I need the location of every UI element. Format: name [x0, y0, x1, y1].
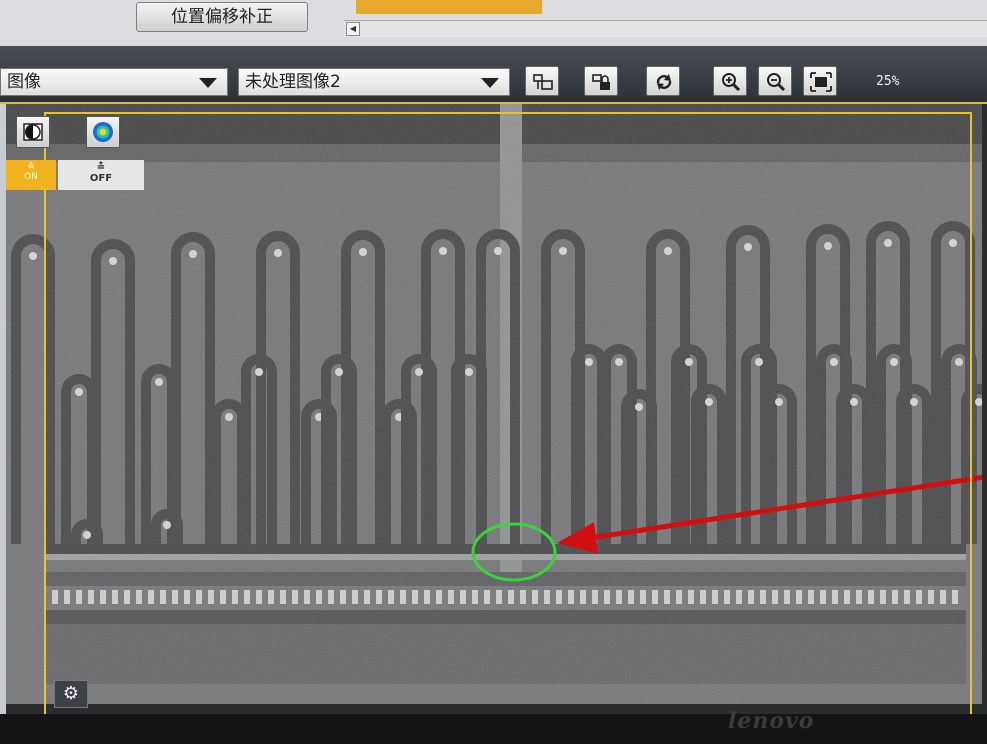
- horizontal-scrollbar[interactable]: ◀: [344, 20, 987, 37]
- monitor-brand-logo: lenovo: [728, 708, 815, 734]
- contrast-icon: [23, 123, 43, 141]
- overlay-on-label: ON: [24, 172, 38, 182]
- gear-icon: ⚙: [62, 683, 80, 704]
- image-type-select[interactable]: 未处理图像2: [238, 68, 510, 96]
- chevron-down-icon: [481, 78, 499, 88]
- layout-button[interactable]: [525, 66, 559, 96]
- zoom-out-icon: [767, 73, 786, 92]
- zoom-out-button[interactable]: [758, 66, 792, 96]
- status-indicator-bar: [356, 0, 542, 14]
- monitor-bezel: [0, 714, 987, 744]
- overlay-on-button[interactable]: ≛ ON: [6, 160, 56, 190]
- fit-screen-icon: [810, 72, 832, 92]
- image-type-select-value: 未处理图像2: [245, 72, 341, 92]
- image-source-select[interactable]: 图像: [0, 68, 228, 96]
- position-offset-correction-button[interactable]: 位置偏移补正: [136, 2, 308, 32]
- lock-layout-button[interactable]: [584, 66, 618, 96]
- image-source-select-value: 图像: [7, 72, 41, 92]
- image-toolbar: 图像 未处理图像2 25%: [0, 46, 987, 104]
- overlay-off-label: OFF: [89, 173, 113, 184]
- overlay-off-button[interactable]: ≛ OFF: [58, 160, 144, 190]
- lock-icon: [592, 74, 610, 90]
- monitor-screen: 位置偏移补正 ◀ 图像 未处理图像2 25% ≛ ON ≛ OFF ⚙ leno…: [0, 0, 987, 744]
- layout-icon: [533, 74, 553, 90]
- roi-frame: [44, 112, 972, 718]
- heatmap-mode-button[interactable]: [86, 116, 120, 148]
- scroll-left-arrow-icon[interactable]: ◀: [346, 22, 360, 36]
- zoom-in-button[interactable]: [713, 66, 747, 96]
- zoom-level-readout: 25%: [876, 74, 900, 89]
- image-viewer: ≛ ON ≛ OFF ⚙: [6, 104, 987, 718]
- fit-to-window-button[interactable]: [803, 66, 837, 96]
- contrast-mode-button[interactable]: [16, 116, 50, 148]
- overlay-off-icon: ≛: [96, 162, 106, 173]
- chevron-down-icon: [199, 78, 217, 88]
- overlay-on-icon: ≛: [27, 162, 35, 172]
- heatmap-icon: [93, 122, 113, 142]
- top-panel: 位置偏移补正 ◀: [0, 0, 987, 46]
- refresh-icon: [656, 74, 672, 90]
- refresh-button[interactable]: [646, 66, 680, 96]
- settings-button[interactable]: ⚙: [54, 680, 88, 708]
- zoom-in-icon: [722, 73, 741, 92]
